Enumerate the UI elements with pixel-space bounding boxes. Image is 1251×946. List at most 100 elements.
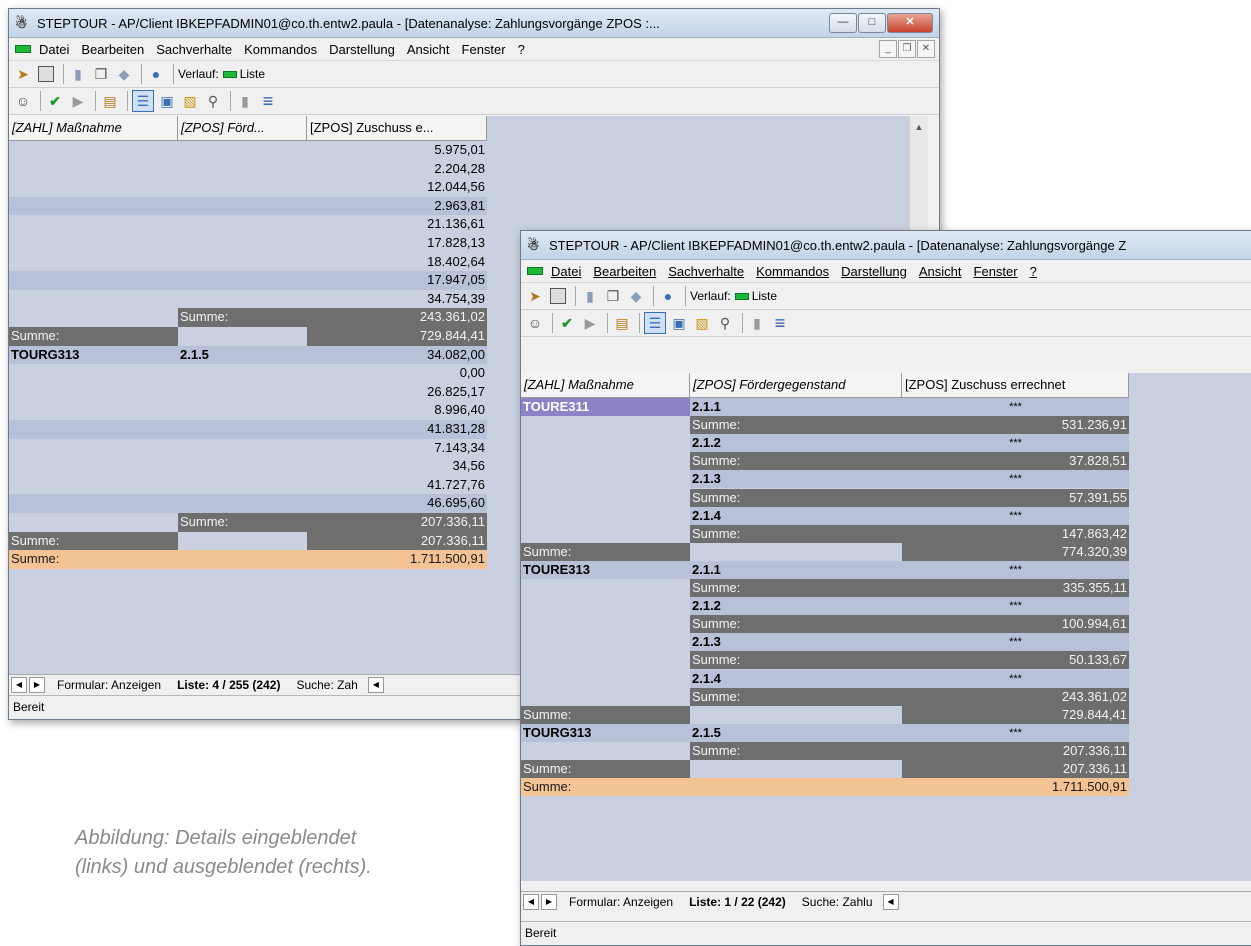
table-cell[interactable]: 34.754,39 bbox=[307, 289, 487, 309]
table-row[interactable]: 8.996,40 bbox=[9, 401, 487, 420]
save-icon[interactable]: ▧ bbox=[180, 91, 200, 111]
table-cell[interactable]: Summe: bbox=[690, 488, 902, 507]
table-cell[interactable] bbox=[9, 364, 178, 383]
form-icon[interactable]: ▤ bbox=[612, 313, 632, 333]
table-row[interactable]: 2.204,28 bbox=[9, 159, 487, 179]
table-row[interactable]: Summe: 207.336,11 bbox=[9, 513, 487, 532]
table-cell[interactable] bbox=[521, 506, 690, 525]
menu-sachverhalte[interactable]: Sachverhalte bbox=[668, 264, 744, 279]
mdi-restore-button[interactable]: ❐ bbox=[898, 40, 916, 58]
menu-fenster[interactable]: Fenster bbox=[462, 42, 506, 57]
search-icon[interactable]: ⚲ bbox=[715, 313, 735, 333]
table-cell[interactable]: 2.1.2 bbox=[690, 434, 902, 453]
table-cell[interactable]: *** bbox=[902, 633, 1129, 652]
forward-icon[interactable]: ▶ bbox=[68, 91, 88, 111]
maximize-button[interactable]: □ bbox=[858, 13, 886, 33]
table-cell[interactable]: 50.133,67 bbox=[902, 651, 1129, 670]
table-cell[interactable]: TOURG313 bbox=[9, 345, 178, 365]
table-cell[interactable]: *** bbox=[902, 597, 1129, 616]
table-cell[interactable]: 207.336,11 bbox=[902, 760, 1129, 779]
table-cell[interactable]: 2.1.4 bbox=[690, 669, 902, 688]
table-cell[interactable]: 729.844,41 bbox=[902, 705, 1129, 724]
table-cell[interactable] bbox=[178, 178, 307, 197]
bookmark-icon[interactable]: ▮ bbox=[68, 64, 88, 84]
table-row[interactable]: 26.825,17 bbox=[9, 382, 487, 402]
table-row[interactable]: Summe: 37.828,51 bbox=[521, 452, 1129, 471]
table-cell[interactable]: 1.711.500,91 bbox=[307, 550, 487, 569]
table-cell[interactable]: Summe: bbox=[690, 579, 902, 598]
menu-darstellung[interactable]: Darstellung bbox=[329, 42, 395, 57]
menu-help[interactable]: ? bbox=[1030, 264, 1037, 279]
table-cell[interactable] bbox=[521, 633, 690, 652]
table-row[interactable]: 21.136,61 bbox=[9, 215, 487, 234]
table-row[interactable]: 2.1.2 *** bbox=[521, 434, 1129, 453]
table-row[interactable]: Summe: 729.844,41 bbox=[9, 327, 487, 346]
table-cell[interactable]: 8.996,40 bbox=[307, 401, 487, 420]
back-arrow-icon[interactable]: ➤ bbox=[525, 286, 545, 306]
menu-bearbeiten[interactable]: Bearbeiten bbox=[593, 264, 656, 279]
table-row[interactable]: Summe: 335.355,11 bbox=[521, 579, 1129, 598]
table-cell[interactable]: Summe: bbox=[690, 741, 902, 760]
table-cell[interactable]: Summe: bbox=[9, 550, 178, 569]
table-cell[interactable]: Summe: bbox=[521, 778, 690, 797]
sheet-icon[interactable]: ▮ bbox=[747, 313, 767, 333]
table-cell[interactable]: 774.320,39 bbox=[902, 542, 1129, 561]
table-cell[interactable]: 2.1.3 bbox=[690, 633, 902, 652]
table-cell[interactable]: 243.361,02 bbox=[307, 308, 487, 327]
table-row[interactable]: 46.695,60 bbox=[9, 494, 487, 513]
table-cell[interactable] bbox=[521, 687, 690, 706]
table-row[interactable]: Summe: 774.320,39 bbox=[521, 542, 1129, 561]
table-row[interactable]: TOURE311 2.1.1 *** bbox=[521, 398, 1129, 417]
table-cell[interactable] bbox=[178, 382, 307, 402]
list-view-icon[interactable]: ☰ bbox=[132, 90, 154, 112]
checkmark-icon[interactable]: ✔ bbox=[45, 91, 65, 111]
close-button[interactable]: ✕ bbox=[887, 13, 933, 33]
table-cell[interactable] bbox=[9, 457, 178, 476]
copy-icon[interactable]: ❐ bbox=[91, 64, 111, 84]
table-cell[interactable] bbox=[521, 488, 690, 507]
tab-suche[interactable]: Suche: Zah bbox=[292, 678, 361, 692]
copy-icon[interactable]: ❐ bbox=[603, 286, 623, 306]
table-cell[interactable]: 2.1.2 bbox=[690, 597, 902, 616]
table-cell[interactable] bbox=[9, 271, 178, 290]
table-cell[interactable]: 46.695,60 bbox=[307, 494, 487, 513]
menu-sachverhalte[interactable]: Sachverhalte bbox=[156, 42, 232, 57]
table-cell[interactable]: Summe: bbox=[690, 615, 902, 634]
table-cell[interactable]: 18.402,64 bbox=[307, 252, 487, 272]
list-view-icon[interactable]: ☰ bbox=[644, 312, 666, 334]
table-cell[interactable] bbox=[521, 470, 690, 489]
table-cell[interactable] bbox=[9, 196, 178, 216]
tab-liste[interactable]: Liste: 4 / 255 (242) bbox=[173, 678, 284, 692]
detail-view-icon[interactable]: ▣ bbox=[157, 91, 177, 111]
table-row[interactable]: Summe: 57.391,55 bbox=[521, 488, 1129, 507]
table-cell[interactable]: 26.825,17 bbox=[307, 382, 487, 402]
menu-ansicht[interactable]: Ansicht bbox=[919, 264, 962, 279]
table-cell[interactable]: 57.391,55 bbox=[902, 488, 1129, 507]
table-cell[interactable] bbox=[9, 141, 178, 160]
table-cell[interactable] bbox=[9, 252, 178, 272]
table-cell[interactable] bbox=[521, 741, 690, 760]
forward-icon[interactable]: ▶ bbox=[580, 313, 600, 333]
table-cell[interactable] bbox=[178, 364, 307, 383]
checkmark-icon[interactable]: ✔ bbox=[557, 313, 577, 333]
table-cell[interactable]: 17.828,13 bbox=[307, 234, 487, 253]
window-icon[interactable] bbox=[548, 286, 568, 306]
table-cell[interactable]: 729.844,41 bbox=[307, 327, 487, 346]
table-cell[interactable] bbox=[178, 215, 307, 234]
table-cell[interactable]: Summe: bbox=[521, 542, 690, 561]
table-row[interactable]: 2.1.4 *** bbox=[521, 669, 1129, 688]
table-cell[interactable]: 2.1.1 bbox=[690, 398, 902, 417]
table-cell[interactable] bbox=[690, 760, 902, 779]
verlauf-value[interactable]: Liste bbox=[240, 67, 265, 81]
table-cell[interactable]: 34,56 bbox=[307, 457, 487, 476]
left-title-bar[interactable]: ☃ STEPTOUR - AP/Client IBKEPFADMIN01@co.… bbox=[9, 9, 939, 38]
table-cell[interactable] bbox=[178, 457, 307, 476]
table-cell[interactable] bbox=[178, 494, 307, 513]
tab-next-icon[interactable]: ▶ bbox=[541, 894, 557, 910]
detail-view-icon[interactable]: ▣ bbox=[669, 313, 689, 333]
table-cell[interactable] bbox=[690, 705, 902, 724]
people-icon[interactable]: ☺ bbox=[525, 313, 545, 333]
table-cell[interactable]: 2.963,81 bbox=[307, 196, 487, 216]
window-icon[interactable] bbox=[36, 64, 56, 84]
hscroll-left-icon[interactable]: ◀ bbox=[882, 894, 899, 910]
